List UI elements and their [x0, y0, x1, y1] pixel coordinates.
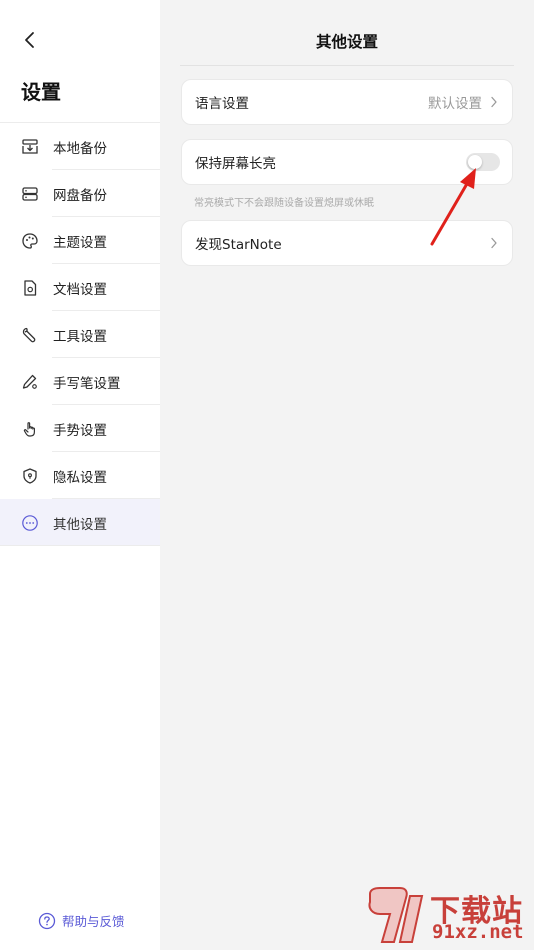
help-circle-icon — [38, 912, 56, 929]
watermark-logo: 下载站 91xz.net — [360, 886, 530, 948]
sidebar-item-other[interactable]: 其他设置 — [0, 499, 160, 546]
more-circle-icon — [20, 513, 40, 533]
sidebar-item-theme[interactable]: 主题设置 — [0, 217, 160, 264]
sidebar-item-label: 其他设置 — [53, 516, 107, 533]
sidebar-item-label: 手势设置 — [53, 422, 107, 439]
back-arrow-icon[interactable] — [18, 28, 42, 52]
chevron-right-icon — [491, 237, 497, 249]
shield-icon — [20, 466, 40, 486]
chevron-right-icon — [491, 96, 497, 108]
hand-gesture-icon — [20, 419, 40, 439]
language-setting-row[interactable]: 语言设置 默认设置 — [181, 79, 513, 125]
sidebar-title: 设置 — [21, 80, 61, 104]
wrench-icon — [20, 325, 40, 345]
cloud-drive-icon — [20, 184, 40, 204]
settings-nav: 本地备份 网盘备份 主题设置 文档设置 工具设置 手写笔设置 手势设置 隐私设置… — [0, 122, 160, 546]
help-feedback-link[interactable]: 帮助与反馈 — [38, 911, 125, 930]
sidebar: 设置 本地备份 网盘备份 主题设置 文档设置 工具设置 手写笔设置 手势设置 隐… — [0, 0, 160, 950]
watermark-url: 91xz.net — [432, 921, 524, 943]
language-setting-label: 语言设置 — [195, 96, 249, 112]
sidebar-item-stylus[interactable]: 手写笔设置 — [0, 358, 160, 405]
sidebar-item-tools[interactable]: 工具设置 — [0, 311, 160, 358]
sidebar-item-label: 隐私设置 — [53, 469, 107, 486]
sidebar-item-cloud-backup[interactable]: 网盘备份 — [0, 170, 160, 217]
page-title: 其他设置 — [315, 33, 378, 51]
help-feedback-label: 帮助与反馈 — [62, 914, 125, 929]
sidebar-item-document[interactable]: 文档设置 — [0, 264, 160, 311]
sidebar-item-label: 主题设置 — [53, 234, 107, 251]
local-backup-icon — [20, 137, 40, 157]
sidebar-item-label: 手写笔设置 — [53, 375, 121, 392]
document-gear-icon — [20, 278, 40, 298]
sidebar-item-gesture[interactable]: 手势设置 — [0, 405, 160, 452]
sidebar-item-local-backup[interactable]: 本地备份 — [0, 123, 160, 170]
sidebar-item-label: 网盘备份 — [53, 187, 107, 204]
keep-screen-on-hint: 常亮模式下不会跟随设备设置熄屏或休眠 — [194, 198, 374, 209]
language-setting-value: 默认设置 — [428, 96, 482, 112]
annotation-arrow-icon — [430, 168, 476, 246]
main-panel: 其他设置 语言设置 默认设置 保持屏幕长亮 常亮模式下不会跟随设备设置熄屏或休眠… — [160, 0, 534, 950]
pen-gear-icon — [20, 372, 40, 392]
header-divider — [180, 65, 514, 66]
sidebar-item-label: 本地备份 — [53, 140, 107, 157]
sidebar-item-label: 工具设置 — [53, 328, 107, 345]
sidebar-item-privacy[interactable]: 隐私设置 — [0, 452, 160, 499]
palette-icon — [20, 231, 40, 251]
sidebar-item-label: 文档设置 — [53, 281, 107, 298]
watermark-91-icon — [368, 887, 424, 943]
